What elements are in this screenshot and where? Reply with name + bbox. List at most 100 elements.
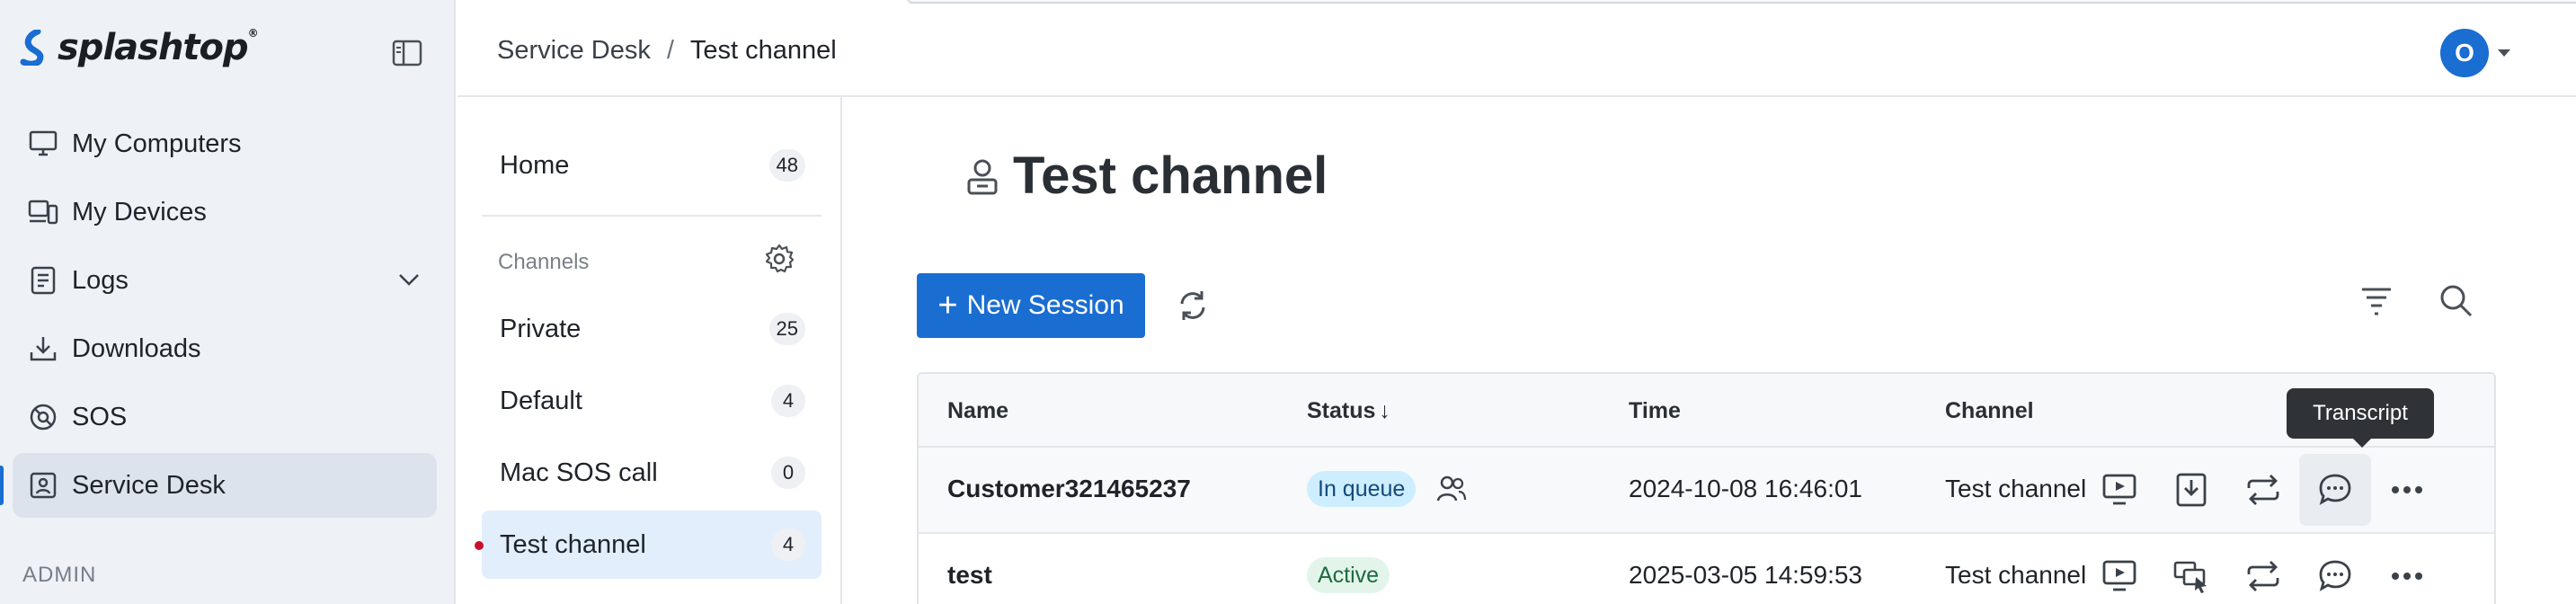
page-title-text: Test channel: [1013, 147, 1328, 205]
user-menu[interactable]: O: [2440, 29, 2510, 77]
channel-item-test-channel[interactable]: Test channel 4: [482, 511, 822, 579]
sidebar-item-service-desk[interactable]: Service Desk: [13, 453, 437, 518]
sidebar-item-my-devices[interactable]: My Devices: [13, 180, 437, 244]
avatar: O: [2440, 29, 2489, 77]
devices-icon: [27, 196, 59, 228]
channel-label: Mac SOS call: [500, 457, 658, 487]
transfer-button[interactable]: [2227, 454, 2299, 526]
row-actions: [2083, 534, 2443, 604]
sidebar-item-sos[interactable]: SOS: [13, 385, 437, 449]
breadcrumb: Service Desk / Test channel: [497, 36, 837, 66]
session-name: test: [947, 561, 992, 589]
service-desk-icon: [27, 469, 59, 502]
admin-section-label: ADMIN: [22, 563, 97, 587]
session-name: Customer321465237: [947, 475, 1191, 502]
row-actions: [2083, 448, 2443, 532]
table-header: Name Status ↓ Time Channel: [919, 374, 2494, 448]
channel-count-badge: 0: [771, 457, 805, 489]
channel-label: Private: [500, 314, 582, 343]
channels-section-title: Channels: [498, 250, 590, 274]
chevron-down-icon[interactable]: [397, 268, 421, 296]
pick-session-button[interactable]: [2155, 454, 2227, 526]
new-session-button[interactable]: + New Session: [917, 273, 1145, 338]
divider: [482, 215, 822, 217]
more-horizontal-icon: [2392, 486, 2422, 493]
channel-count-badge: 4: [771, 528, 805, 561]
channel-label: Default: [500, 386, 582, 415]
sidebar-item-label: Service Desk: [72, 470, 226, 500]
more-horizontal-icon: [2392, 573, 2422, 580]
more-actions-button[interactable]: [2371, 454, 2443, 526]
remote-control-button[interactable]: [2155, 540, 2227, 604]
address-bar-edge: [907, 0, 2576, 4]
filter-icon[interactable]: [2358, 284, 2394, 321]
unread-dot: [475, 541, 484, 550]
channel-item-default[interactable]: Default 4: [482, 367, 822, 435]
download-tray-icon: [2176, 473, 2207, 507]
remote-screen-icon: [2102, 474, 2136, 505]
sidebar-item-logs[interactable]: Logs: [13, 248, 437, 313]
session-time: 2024-10-08 16:46:01: [1629, 475, 1862, 502]
channel-count-badge: 4: [771, 385, 805, 417]
remote-control-icon: [2173, 561, 2207, 593]
sidebar-item-label: My Devices: [72, 197, 207, 226]
channel-item-mac-sos-call[interactable]: Mac SOS call 0: [482, 439, 822, 507]
active-indicator: [0, 466, 4, 505]
more-actions-button[interactable]: [2371, 540, 2443, 604]
sidebar-item-label: My Computers: [72, 129, 242, 158]
breadcrumb-separator: /: [666, 36, 674, 65]
breadcrumb-current: Test channel: [689, 36, 837, 65]
table-row[interactable]: test Active 2025-03-05 14:59:53 Test cha…: [919, 534, 2494, 604]
table-row[interactable]: Customer321465237 In queue 2024-10-08 16…: [919, 448, 2494, 534]
download-icon: [27, 333, 59, 365]
collapse-sidebar-button[interactable]: [392, 40, 422, 67]
connect-button[interactable]: [2083, 454, 2155, 526]
transcript-button[interactable]: [2299, 540, 2371, 604]
plus-icon: +: [937, 286, 958, 324]
channel-label: Home: [500, 150, 570, 180]
transfer-icon: [2247, 475, 2279, 505]
sessions-table: Name Status ↓ Time Channel Customer321465…: [917, 372, 2496, 604]
connect-button[interactable]: [2083, 540, 2155, 604]
transcript-button[interactable]: [2299, 454, 2371, 526]
refresh-icon[interactable]: [1175, 288, 1211, 328]
sidebar-toggle-icon: [392, 40, 422, 67]
channel-label: Test channel: [500, 529, 646, 559]
logs-icon: [27, 264, 59, 297]
session-channel: Test channel: [1945, 561, 2087, 589]
status-badge: Active: [1307, 557, 1390, 593]
transfer-icon: [2247, 561, 2279, 591]
transfer-button[interactable]: [2227, 540, 2299, 604]
channel-count-badge: 48: [768, 149, 805, 182]
logo-wordmark: splashtop®: [58, 27, 259, 68]
session-time: 2025-03-05 14:59:53: [1629, 561, 1862, 589]
channel-item-home[interactable]: Home 48: [482, 131, 822, 200]
sidebar-item-label: Downloads: [72, 333, 201, 363]
column-header-status[interactable]: Status ↓: [1307, 398, 1390, 424]
sidebar-item-label: Logs: [72, 265, 129, 295]
sidebar-item-label: SOS: [72, 402, 128, 431]
breadcrumb-root[interactable]: Service Desk: [497, 36, 651, 66]
search-icon[interactable]: [2438, 282, 2474, 323]
channels-panel: Home 48 Channels Private 25 Default 4 Ma…: [457, 97, 842, 604]
caret-down-icon: [2498, 49, 2510, 57]
people-icon[interactable]: [1436, 475, 1467, 508]
sidebar: splashtop® My Computers My Devices Logs: [0, 0, 456, 604]
channel-user-icon: [967, 159, 998, 194]
sidebar-item-downloads[interactable]: Downloads: [13, 316, 437, 381]
sos-icon: [27, 401, 59, 433]
column-header-time[interactable]: Time: [1629, 398, 1681, 424]
column-header-channel[interactable]: Channel: [1945, 398, 2034, 424]
status-badge: In queue: [1307, 471, 1417, 507]
channel-item-private[interactable]: Private 25: [482, 295, 822, 363]
column-header-name[interactable]: Name: [947, 398, 1008, 424]
page-title: Test channel: [964, 146, 1328, 206]
transcript-tooltip: Transcript: [2287, 388, 2434, 448]
splashtop-logo[interactable]: splashtop®: [20, 27, 259, 68]
gear-icon[interactable]: [763, 243, 795, 280]
main-content: Test channel + New Session Name Status ↓ …: [844, 97, 2576, 604]
new-session-label: New Session: [966, 290, 1124, 320]
top-bar: Service Desk / Test channel O: [457, 0, 2576, 97]
sidebar-item-my-computers[interactable]: My Computers: [13, 111, 437, 176]
remote-screen-icon: [2102, 560, 2136, 591]
